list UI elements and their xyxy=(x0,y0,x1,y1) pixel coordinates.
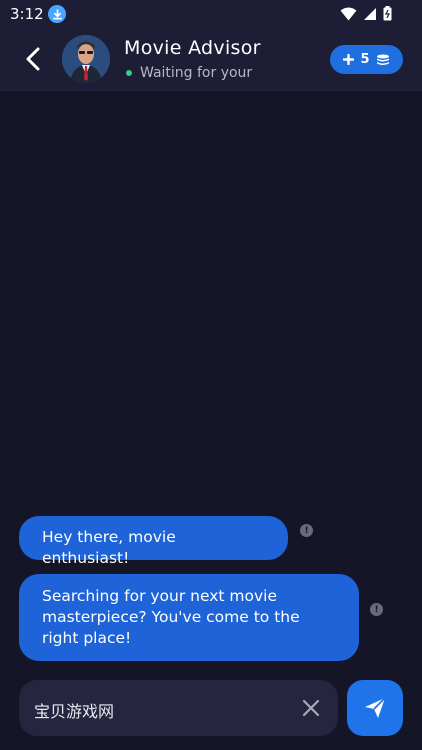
message-list[interactable]: Hey there, movie enthusiast! ! Searching… xyxy=(0,90,422,670)
chat-status: Waiting for your xyxy=(124,65,252,81)
status-time: 3:12 xyxy=(10,5,44,23)
add-credits-button[interactable]: 5 xyxy=(330,45,403,74)
system-icons xyxy=(340,6,392,21)
download-notification-icon xyxy=(48,5,66,23)
message-input[interactable]: 宝贝游戏网 xyxy=(19,680,338,736)
report-message-icon[interactable]: ! xyxy=(370,603,383,616)
clear-input-button[interactable] xyxy=(300,697,322,719)
credits-count: 5 xyxy=(360,52,370,67)
report-message-icon[interactable]: ! xyxy=(300,524,313,537)
chevron-left-icon xyxy=(26,47,40,71)
message-input-value[interactable]: 宝贝游戏网 xyxy=(34,698,114,722)
online-indicator xyxy=(126,70,132,76)
close-icon xyxy=(302,699,320,717)
status-bar: 3:12 xyxy=(0,0,422,28)
message-text: Searching for your next movie masterpiec… xyxy=(42,587,300,647)
coins-stack-icon xyxy=(376,54,389,65)
plus-icon xyxy=(343,54,355,65)
advisor-avatar[interactable] xyxy=(62,35,110,83)
message-bubble[interactable]: Searching for your next movie masterpiec… xyxy=(19,574,359,661)
signal-icon xyxy=(364,7,376,20)
send-button[interactable] xyxy=(347,680,403,736)
wifi-icon xyxy=(340,7,357,20)
chat-status-text: Waiting for your xyxy=(140,65,253,81)
paper-plane-icon xyxy=(365,697,386,718)
message-text: Hey there, movie enthusiast! xyxy=(42,528,176,567)
chat-header: Movie Advisor Waiting for your 5 xyxy=(0,28,422,91)
message-bubble[interactable]: Hey there, movie enthusiast! xyxy=(19,516,288,567)
back-button[interactable] xyxy=(20,46,46,72)
chat-title: Movie Advisor xyxy=(124,37,261,59)
battery-icon xyxy=(383,6,392,21)
